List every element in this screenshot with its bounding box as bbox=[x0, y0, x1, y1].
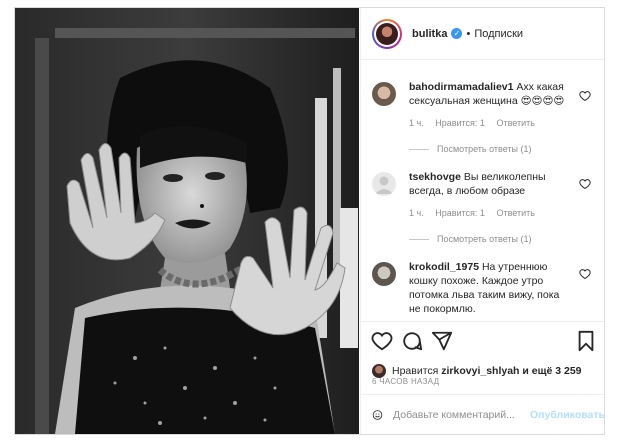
avatar-border bbox=[374, 20, 400, 47]
comment-time[interactable]: 1 ч. bbox=[409, 208, 424, 218]
verified-badge-icon: ✓ bbox=[451, 28, 463, 39]
comment-time[interactable]: 1 ч. bbox=[409, 118, 424, 128]
comments-list: bahodirmamadaliev1 Ахх какая сексуальная… bbox=[361, 60, 604, 320]
comment-likes[interactable]: Нравится: 1 bbox=[435, 208, 485, 218]
post-photo[interactable] bbox=[15, 8, 359, 434]
view-replies-label: Посмотреть ответы (1) bbox=[437, 234, 532, 244]
likes-prefix: Нравится bbox=[392, 365, 439, 377]
post-sidebar: bulitka ✓ • Подписки bahodirmamadaliev1 … bbox=[360, 8, 604, 434]
comment-text: bahodirmamadaliev1 Ахх какая сексуальная… bbox=[409, 80, 569, 108]
view-replies-button[interactable]: Посмотреть ответы (1) bbox=[409, 144, 532, 154]
post-card: bulitka ✓ • Подписки bahodirmamadaliev1 … bbox=[14, 7, 605, 435]
avatar-image bbox=[376, 22, 398, 45]
post-timestamp[interactable]: 6 ЧАСОВ НАЗАД bbox=[372, 377, 439, 386]
heart-icon[interactable] bbox=[371, 330, 393, 352]
comment-avatar[interactable] bbox=[372, 262, 396, 286]
reply-button[interactable]: Ответить bbox=[496, 118, 534, 128]
share-icon[interactable] bbox=[431, 330, 453, 352]
comment-input[interactable] bbox=[391, 408, 531, 422]
view-replies-label: Посмотреть ответы (1) bbox=[437, 144, 532, 154]
publish-button[interactable]: Опубликовать bbox=[530, 409, 604, 421]
follow-status-button[interactable]: Подписки bbox=[474, 28, 523, 40]
replies-line bbox=[409, 148, 429, 150]
default-avatar-icon bbox=[375, 176, 393, 194]
comment-avatar[interactable] bbox=[372, 82, 396, 106]
add-comment-bar: Опубликовать bbox=[361, 394, 604, 434]
heart-icon[interactable] bbox=[579, 268, 591, 280]
heart-icon[interactable] bbox=[579, 178, 591, 190]
emoji-icon[interactable] bbox=[372, 405, 383, 425]
heart-icon[interactable] bbox=[579, 90, 591, 102]
comment-meta: 1 ч. Нравится: 1 Ответить bbox=[409, 118, 544, 128]
comment-text: krokodil_1975 На утреннюю кошку похоже. … bbox=[409, 260, 569, 316]
author-avatar[interactable] bbox=[372, 18, 402, 49]
reply-button[interactable]: Ответить bbox=[496, 208, 534, 218]
liker-avatar bbox=[372, 364, 386, 378]
comment-likes[interactable]: Нравится: 1 bbox=[435, 118, 485, 128]
author-username[interactable]: bulitka bbox=[412, 28, 447, 40]
bookmark-icon[interactable] bbox=[575, 330, 597, 352]
comment-avatar[interactable] bbox=[372, 172, 396, 196]
comment-username[interactable]: tsekhovge bbox=[409, 171, 461, 183]
comment-username[interactable]: bahodirmamadaliev1 bbox=[409, 81, 513, 93]
likes-count[interactable]: и ещё 3 259 bbox=[522, 365, 581, 377]
post-header: bulitka ✓ • Подписки bbox=[361, 8, 604, 60]
comment-text: tsekhovge Вы великолепны всегда, в любом… bbox=[409, 170, 569, 198]
comment-icon[interactable] bbox=[401, 330, 423, 352]
post-photo-image bbox=[15, 8, 359, 434]
likes-user[interactable]: zirkovyi_shlyah bbox=[441, 365, 519, 377]
replies-line bbox=[409, 238, 429, 240]
likes-summary[interactable]: Нравится zirkovyi_shlyah и ещё 3 259 bbox=[372, 364, 582, 378]
comment-username[interactable]: krokodil_1975 bbox=[409, 261, 479, 273]
comment-meta: 1 ч. Нравится: 1 Ответить bbox=[409, 208, 544, 218]
separator-dot: • bbox=[466, 27, 471, 40]
view-replies-button[interactable]: Посмотреть ответы (1) bbox=[409, 234, 532, 244]
